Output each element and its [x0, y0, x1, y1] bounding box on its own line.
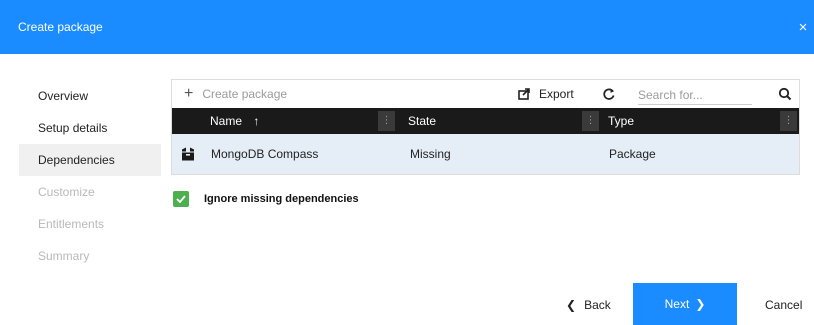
- table-header: Name ↑ ⋮ State ⋮ Type ⋮: [172, 108, 799, 134]
- ignore-missing-option: Ignore missing dependencies: [173, 191, 359, 207]
- column-menu-icon[interactable]: ⋮: [582, 111, 599, 131]
- column-menu-icon[interactable]: ⋮: [780, 111, 797, 131]
- cancel-button[interactable]: Cancel: [765, 298, 802, 312]
- package-icon: [182, 147, 194, 161]
- nav-item-setup-details[interactable]: Setup details: [19, 112, 161, 144]
- export-label: Export: [539, 87, 574, 101]
- row-name: MongoDB Compass: [211, 147, 319, 161]
- create-package-button: + Create package: [184, 85, 288, 102]
- nav-item-overview[interactable]: Overview: [19, 80, 161, 112]
- export-button[interactable]: Export: [518, 87, 574, 101]
- title-bar: Create package ×: [0, 0, 814, 54]
- next-button[interactable]: Next ❯: [633, 283, 737, 325]
- table-row[interactable]: MongoDB Compass Missing Package: [172, 134, 799, 174]
- wizard-nav: Overview Setup details Dependencies Cust…: [19, 80, 161, 272]
- nav-item-entitlements: Entitlements: [38, 217, 105, 231]
- back-button[interactable]: ❮ Back: [566, 298, 611, 312]
- next-label: Next: [664, 297, 690, 311]
- export-icon: [518, 88, 530, 100]
- nav-item-summary: Summary: [38, 249, 90, 263]
- create-package-label: Create package: [202, 87, 288, 101]
- chevron-left-icon: ❮: [566, 298, 577, 312]
- close-icon[interactable]: ×: [796, 20, 810, 35]
- ignore-missing-checkbox[interactable]: [173, 191, 189, 207]
- column-header-state[interactable]: State: [408, 108, 436, 134]
- dependencies-grid: + Create package Export Name ↑ ⋮ State ⋮…: [171, 79, 800, 175]
- column-header-name[interactable]: Name ↑: [210, 108, 259, 134]
- column-header-type[interactable]: Type: [608, 108, 634, 134]
- back-label: Back: [584, 298, 611, 312]
- chevron-right-icon: ❯: [695, 297, 706, 311]
- checkmark-icon: [176, 195, 186, 203]
- nav-item-dependencies[interactable]: Dependencies: [19, 144, 161, 176]
- row-state: Missing: [410, 147, 451, 161]
- column-label-name: Name: [210, 114, 243, 128]
- ignore-missing-label: Ignore missing dependencies: [204, 193, 359, 205]
- row-type: Package: [609, 147, 656, 161]
- search-input[interactable]: [638, 85, 752, 105]
- refresh-icon[interactable]: [602, 87, 616, 101]
- search-icon[interactable]: [778, 87, 792, 101]
- plus-icon: +: [184, 85, 194, 102]
- column-menu-icon[interactable]: ⋮: [378, 111, 395, 131]
- sort-ascending-icon: ↑: [253, 114, 260, 128]
- window-title: Create package: [18, 20, 103, 34]
- grid-toolbar: + Create package Export: [172, 80, 799, 108]
- nav-item-customize: Customize: [38, 185, 95, 199]
